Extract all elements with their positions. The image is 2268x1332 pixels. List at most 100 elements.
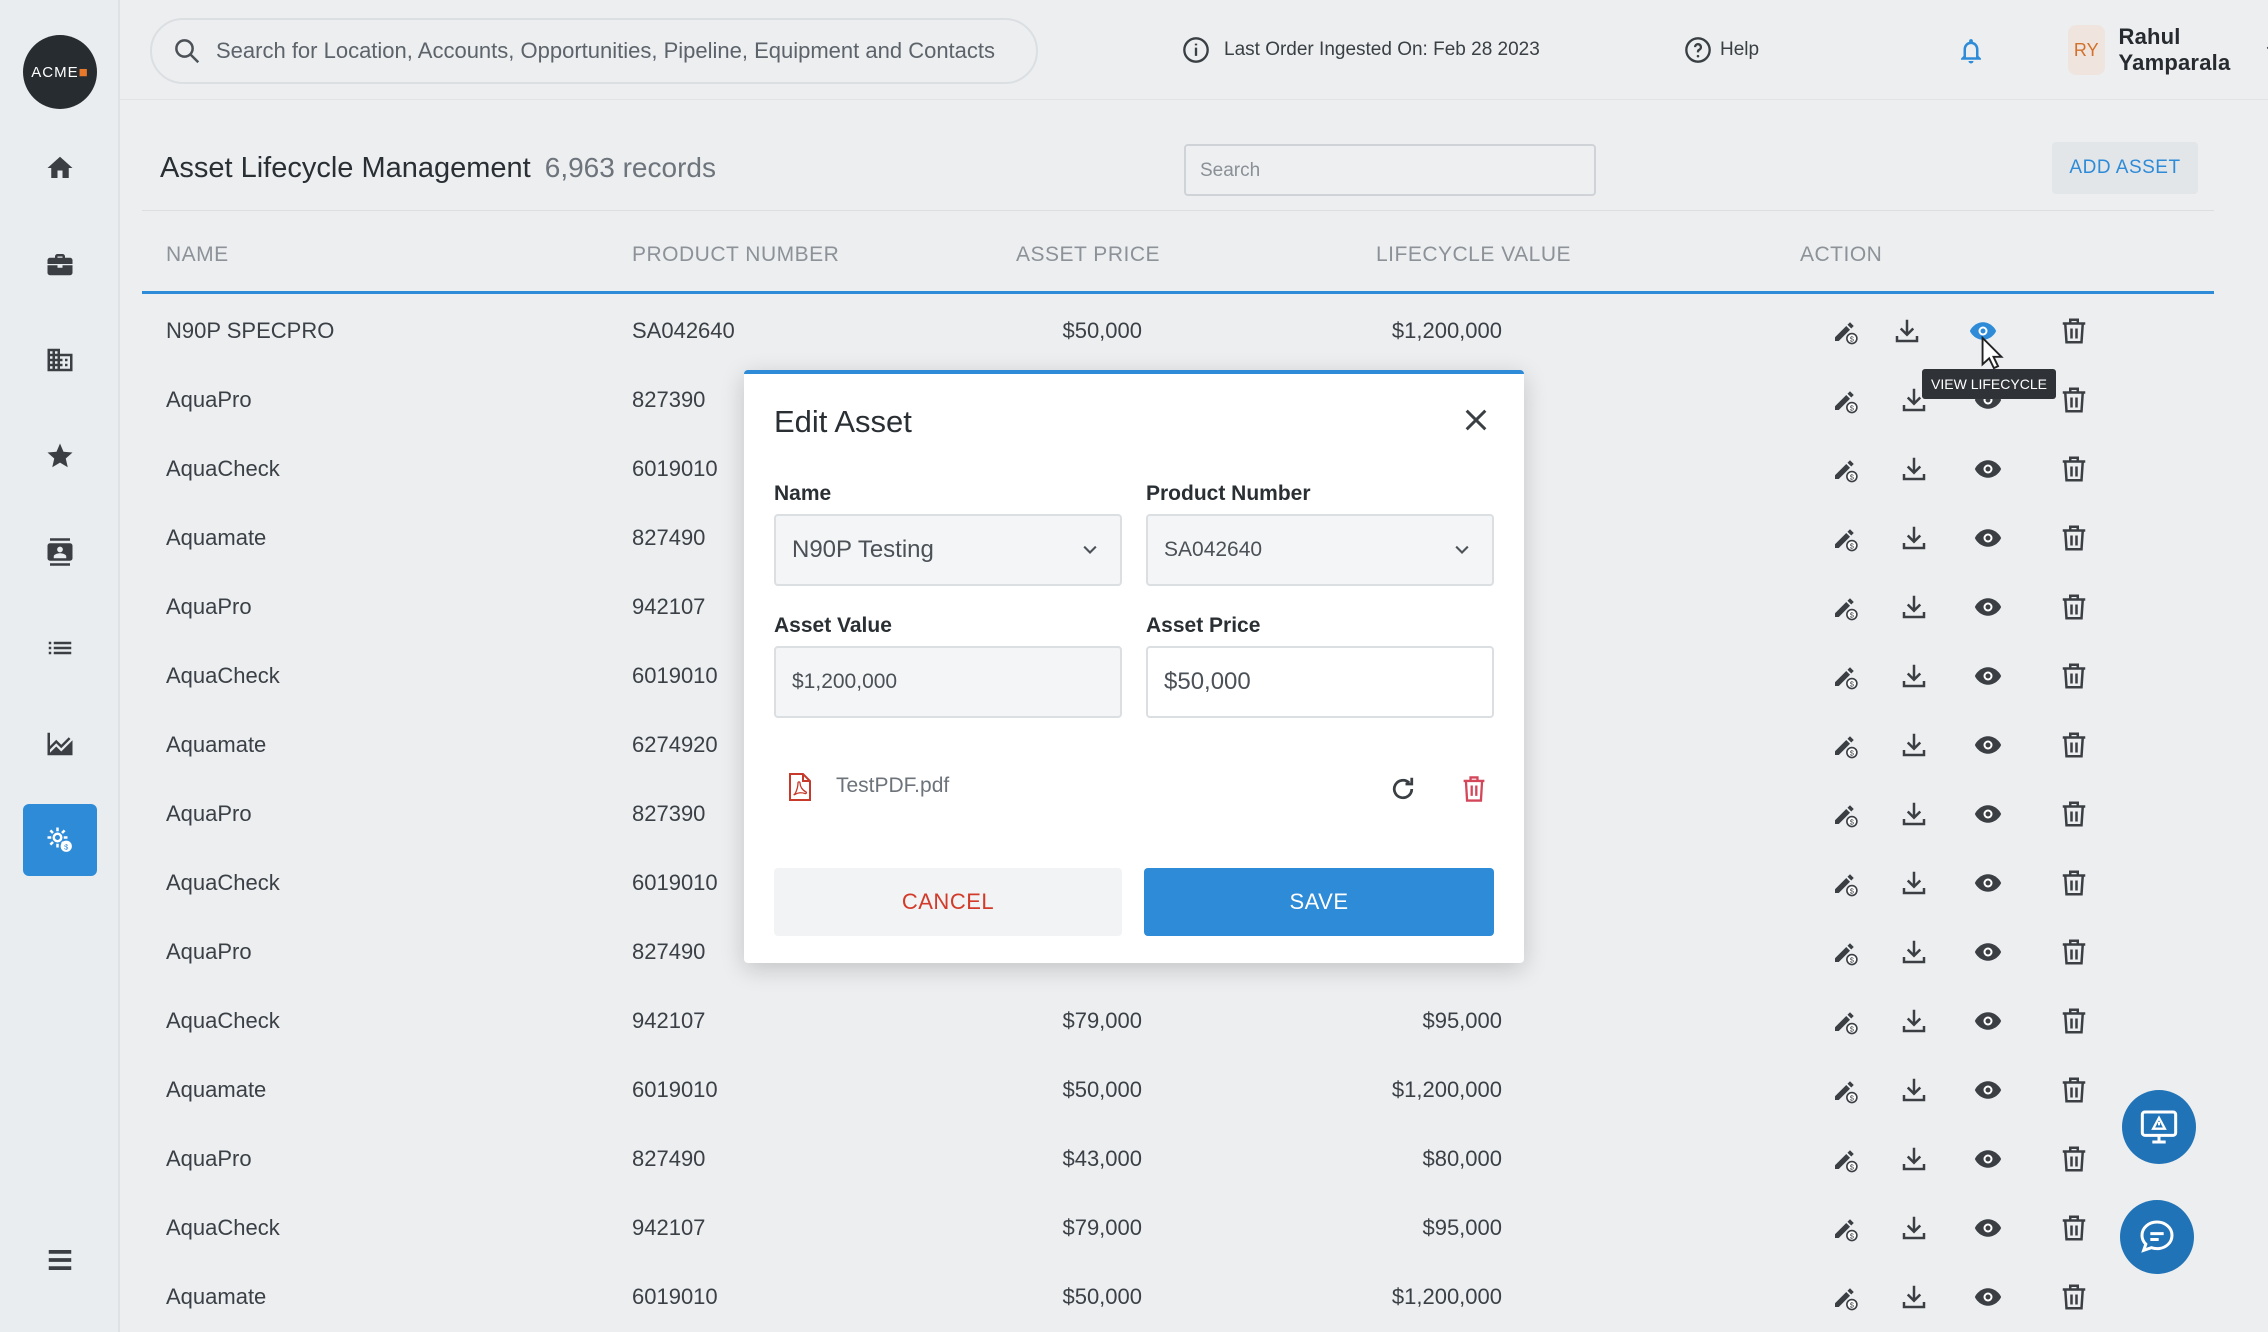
edit-asset-icon[interactable]: $ xyxy=(1830,454,1860,484)
view-lifecycle-icon[interactable] xyxy=(1973,1144,2003,1174)
close-icon[interactable] xyxy=(1460,404,1492,436)
sidebar-item-contacts[interactable] xyxy=(23,516,97,588)
download-icon[interactable] xyxy=(1899,661,1929,691)
table-row[interactable]: Aquamate 6019010 $50,000 $1,200,000 $ xyxy=(142,1262,2214,1331)
attachment-file-name[interactable]: TestPDF.pdf xyxy=(836,774,949,798)
edit-asset-icon[interactable]: $ xyxy=(1830,937,1860,967)
download-icon[interactable] xyxy=(1899,868,1929,898)
edit-asset-icon[interactable]: $ xyxy=(1830,523,1860,553)
delete-asset-icon[interactable] xyxy=(2059,385,2089,415)
delete-asset-icon[interactable] xyxy=(2059,316,2089,346)
table-row[interactable]: AquaPro 827490 $43,000 $80,000 $ xyxy=(142,1124,2214,1193)
view-lifecycle-icon[interactable] xyxy=(1973,1213,2003,1243)
help-link[interactable]: Help xyxy=(1684,36,1759,64)
column-header-asset-price[interactable]: ASSET PRICE xyxy=(1016,243,1160,267)
table-row[interactable]: AquaCheck 942107 $79,000 $95,000 $ xyxy=(142,986,2214,1055)
delete-asset-icon[interactable] xyxy=(2059,454,2089,484)
delete-asset-icon[interactable] xyxy=(2059,1282,2089,1312)
download-icon[interactable] xyxy=(1899,1213,1929,1243)
delete-asset-icon[interactable] xyxy=(2059,1006,2089,1036)
replace-file-icon[interactable] xyxy=(1388,774,1418,804)
sidebar-item-favorites[interactable] xyxy=(23,420,97,492)
avatar: RY xyxy=(2068,25,2105,75)
delete-asset-icon[interactable] xyxy=(2059,1075,2089,1105)
cancel-button[interactable]: CANCEL xyxy=(774,868,1122,936)
delete-asset-icon[interactable] xyxy=(2059,937,2089,967)
download-icon[interactable] xyxy=(1892,316,1922,346)
delete-asset-icon[interactable] xyxy=(2059,1213,2089,1243)
edit-asset-icon[interactable]: $ xyxy=(1830,592,1860,622)
pdf-file-icon xyxy=(789,773,811,801)
sidebar-item-locations[interactable] xyxy=(23,324,97,396)
column-header-lifecycle-value[interactable]: LIFECYCLE VALUE xyxy=(1376,243,1571,267)
download-icon[interactable] xyxy=(1899,1282,1929,1312)
view-lifecycle-icon[interactable] xyxy=(1973,868,2003,898)
column-header-name[interactable]: NAME xyxy=(166,243,229,267)
edit-asset-icon[interactable]: $ xyxy=(1830,316,1860,346)
asset-value-field[interactable]: $1,200,000 xyxy=(774,646,1122,718)
edit-asset-icon[interactable]: $ xyxy=(1830,1213,1860,1243)
cell-asset-price: $50,000 xyxy=(1062,1284,1142,1309)
edit-asset-icon[interactable]: $ xyxy=(1830,1282,1860,1312)
sidebar-item-pipeline[interactable] xyxy=(23,612,97,684)
view-lifecycle-icon[interactable] xyxy=(1973,1006,2003,1036)
table-row[interactable]: Aquamate 6019010 $50,000 $1,200,000 $ xyxy=(142,1055,2214,1124)
global-search-input[interactable]: Search for Location, Accounts, Opportuni… xyxy=(150,18,1038,84)
add-asset-button[interactable]: ADD ASSET xyxy=(2052,142,2198,194)
view-lifecycle-icon[interactable] xyxy=(1973,592,2003,622)
table-row[interactable]: AquaCheck 942107 $79,000 $95,000 $ xyxy=(142,1193,2214,1262)
column-header-product-number[interactable]: PRODUCT NUMBER xyxy=(632,243,839,267)
sidebar-menu-button[interactable] xyxy=(23,1224,97,1296)
edit-asset-icon[interactable]: $ xyxy=(1830,1006,1860,1036)
table-row[interactable]: N90P SPECPRO SA042640 $50,000 $1,200,000 $ xyxy=(142,296,2214,365)
download-icon[interactable] xyxy=(1899,1144,1929,1174)
delete-file-icon[interactable] xyxy=(1460,774,1488,804)
delete-asset-icon[interactable] xyxy=(2059,799,2089,829)
edit-asset-icon[interactable]: $ xyxy=(1830,661,1860,691)
screen-report-button[interactable] xyxy=(2122,1090,2196,1164)
save-button[interactable]: SAVE xyxy=(1144,868,1494,936)
cell-name: AquaCheck xyxy=(166,456,280,481)
view-lifecycle-icon[interactable] xyxy=(1973,1282,2003,1312)
view-lifecycle-icon[interactable] xyxy=(1973,661,2003,691)
download-icon[interactable] xyxy=(1899,1006,1929,1036)
acme-logo[interactable]: ACME ■ xyxy=(23,35,97,109)
download-icon[interactable] xyxy=(1899,799,1929,829)
product-number-select[interactable]: SA042640 xyxy=(1146,514,1494,586)
edit-asset-icon[interactable]: $ xyxy=(1830,1075,1860,1105)
view-lifecycle-icon[interactable] xyxy=(1973,730,2003,760)
download-icon[interactable] xyxy=(1899,523,1929,553)
download-icon[interactable] xyxy=(1899,592,1929,622)
name-select[interactable]: N90P Testing xyxy=(774,514,1122,586)
delete-asset-icon[interactable] xyxy=(2059,523,2089,553)
edit-asset-icon[interactable]: $ xyxy=(1830,868,1860,898)
download-icon[interactable] xyxy=(1899,1075,1929,1105)
delete-asset-icon[interactable] xyxy=(2059,730,2089,760)
view-lifecycle-icon[interactable] xyxy=(1973,937,2003,967)
chat-button[interactable] xyxy=(2120,1200,2194,1274)
edit-asset-icon[interactable]: $ xyxy=(1830,385,1860,415)
edit-asset-icon[interactable]: $ xyxy=(1830,1144,1860,1174)
view-lifecycle-icon[interactable] xyxy=(1973,799,2003,829)
view-lifecycle-icon[interactable] xyxy=(1973,1075,2003,1105)
download-icon[interactable] xyxy=(1899,937,1929,967)
view-lifecycle-icon[interactable] xyxy=(1973,454,2003,484)
delete-asset-icon[interactable] xyxy=(2059,592,2089,622)
asset-price-field[interactable]: $50,000 xyxy=(1146,646,1494,718)
table-search-input[interactable]: Search xyxy=(1184,144,1596,196)
delete-asset-icon[interactable] xyxy=(2059,1144,2089,1174)
sidebar-item-reports[interactable] xyxy=(23,708,97,780)
delete-asset-icon[interactable] xyxy=(2059,868,2089,898)
cell-product-number: SA042640 xyxy=(632,318,735,343)
cell-lifecycle-value: $95,000 xyxy=(1422,1008,1502,1033)
sidebar-item-accounts[interactable] xyxy=(23,228,97,300)
view-lifecycle-icon[interactable] xyxy=(1973,523,2003,553)
sidebar-item-asset-lifecycle[interactable]: $ xyxy=(23,804,97,876)
edit-asset-icon[interactable]: $ xyxy=(1830,730,1860,760)
edit-asset-icon[interactable]: $ xyxy=(1830,799,1860,829)
sidebar-item-home[interactable] xyxy=(23,132,97,204)
user-menu[interactable]: RY Rahul Yamparala xyxy=(1950,24,2268,76)
delete-asset-icon[interactable] xyxy=(2059,661,2089,691)
download-icon[interactable] xyxy=(1899,454,1929,484)
download-icon[interactable] xyxy=(1899,730,1929,760)
